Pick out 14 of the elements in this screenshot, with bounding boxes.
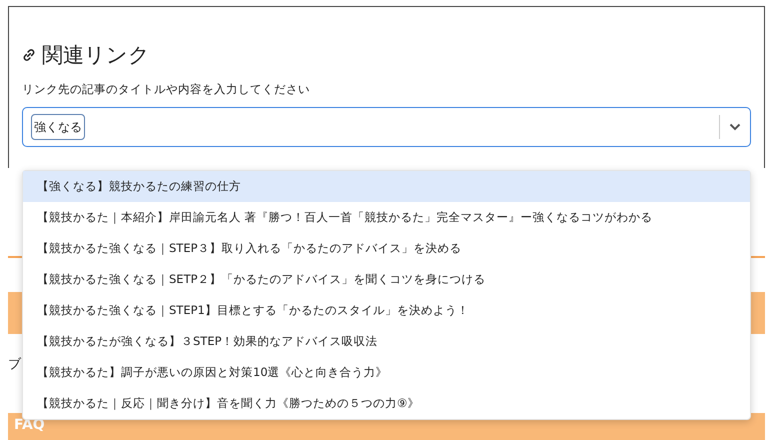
hint-text: リンク先の記事のタイトルや内容を入力してください: [22, 81, 311, 97]
suggestion-item[interactable]: 【競技かるた】調子が悪いの原因と対策10選《心と向き合う力》: [23, 357, 750, 388]
paragraph-text: ブ: [8, 356, 21, 374]
suggestion-item[interactable]: 【競技かるた強くなる｜STEP1】目標とする「かるたのスタイル」を決めよう！: [23, 295, 750, 326]
suggestion-item[interactable]: 【競技かるた｜本紹介】岸田諭元名人 著『勝つ！百人一首「競技かるた」完全マスター』ー強くなるコツがわかる: [23, 202, 750, 233]
suggestion-item[interactable]: 【強くなる】競技かるたの練習の仕方: [23, 171, 750, 202]
section-title: 関連リンク: [42, 42, 150, 69]
search-field[interactable]: 強くなる: [22, 107, 751, 147]
suggestion-item[interactable]: 【競技かるた強くなる｜STEP３】取り入れる「かるたのアドバイス」を決める: [23, 233, 750, 264]
suggestion-item[interactable]: 【競技かるたが強くなる】３STEP！効果的なアドバイス吸収法: [23, 326, 750, 357]
link-icon: [22, 48, 36, 62]
suggestion-item[interactable]: 【競技かるた強くなる｜SETP２】「かるたのアドバイス」を聞くコツを身につける: [23, 264, 750, 295]
search-value: 強くなる: [31, 114, 85, 140]
chevron-down-icon[interactable]: [729, 123, 741, 131]
